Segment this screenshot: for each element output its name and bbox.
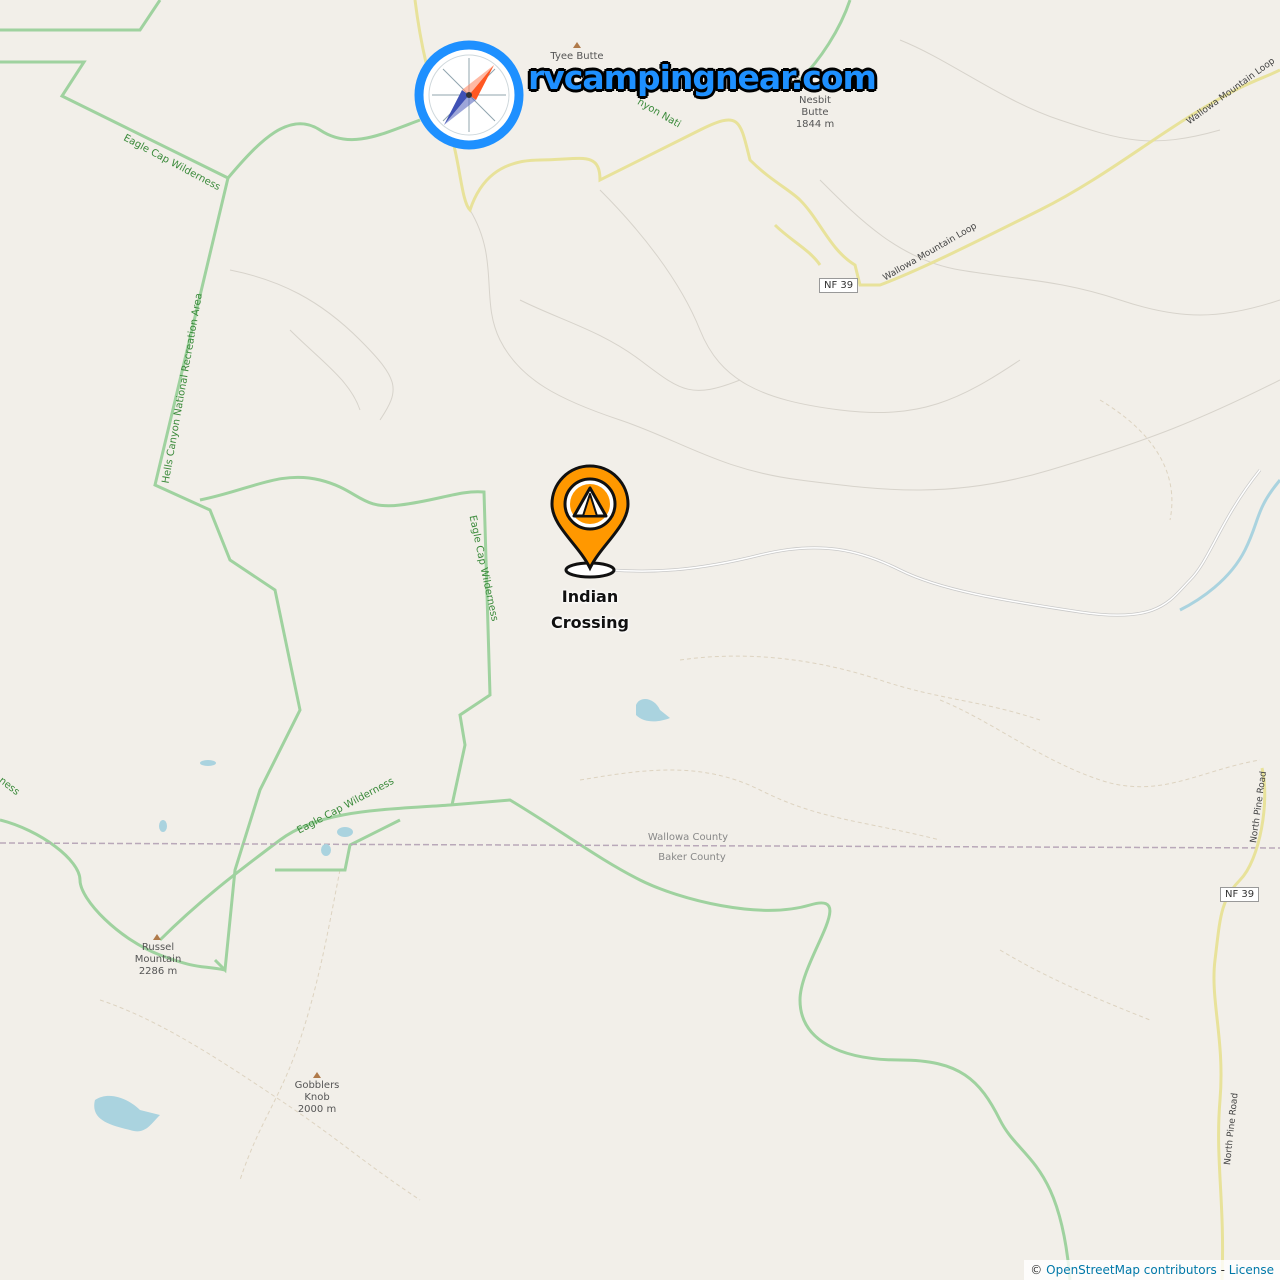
license-link[interactable]: License bbox=[1229, 1263, 1274, 1277]
trail-lines bbox=[229, 39, 1280, 491]
county-label-south: Baker County bbox=[658, 852, 726, 863]
osm-contributors-link[interactable]: OpenStreetMap contributors bbox=[1046, 1263, 1217, 1277]
peak-label-russel: Russel Mountain 2286 m bbox=[134, 942, 182, 977]
campsite-marker-icon[interactable] bbox=[548, 464, 632, 582]
dashed-trails bbox=[99, 399, 1261, 1201]
peak-markers bbox=[153, 42, 581, 1078]
access-road bbox=[589, 469, 1262, 617]
compass-logo-icon bbox=[414, 40, 524, 150]
attribution-copyright: © bbox=[1030, 1263, 1043, 1277]
peak-label-gobblers: Gobblers Knob 2000 m bbox=[294, 1080, 340, 1115]
wilderness-boundaries bbox=[0, 0, 1072, 1280]
peak-label-nesbit: Nesbit Butte 1844 m bbox=[795, 95, 835, 130]
map-base-layer bbox=[0, 0, 1280, 1280]
road-shield-nf39-1: NF 39 bbox=[819, 278, 859, 293]
river bbox=[1179, 479, 1280, 612]
attribution-separator: - bbox=[1220, 1263, 1225, 1277]
county-boundary bbox=[0, 842, 1280, 849]
brand-name[interactable]: rvcampingnear.com bbox=[528, 58, 877, 97]
roads bbox=[413, 0, 1280, 1280]
map-attribution: © OpenStreetMap contributors - License bbox=[1024, 1260, 1280, 1280]
map-canvas[interactable]: Tyee Butte Nesbit Butte 1844 m Russel Mo… bbox=[0, 0, 1280, 1280]
lakes bbox=[94, 698, 670, 1132]
campsite-name-label: Indian Crossing bbox=[551, 587, 629, 632]
road-shield-nf39-2: NF 39 bbox=[1220, 887, 1260, 902]
county-label-north: Wallowa County bbox=[647, 832, 729, 843]
